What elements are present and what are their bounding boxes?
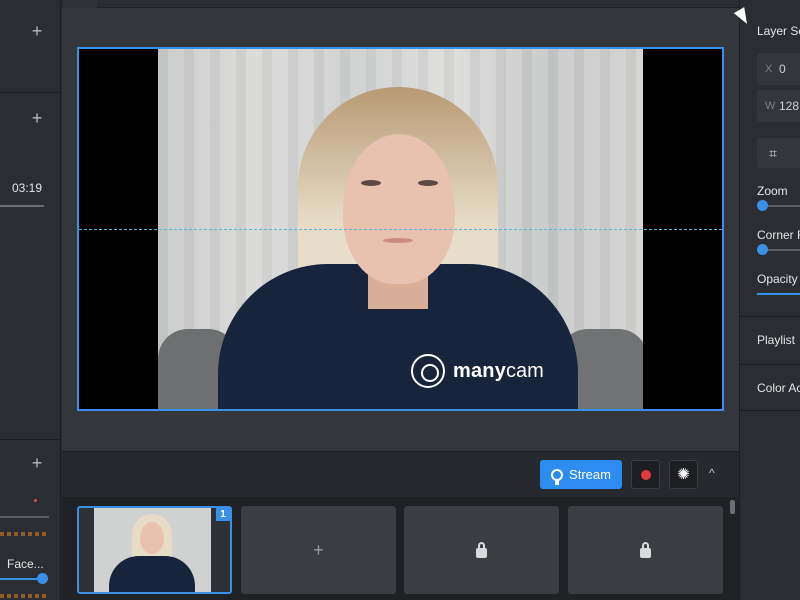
volume-slider-handle[interactable] [37,573,48,584]
audio-meter [0,594,46,598]
add-icon[interactable]: + [30,22,44,40]
stream-button[interactable]: Stream [540,460,622,489]
center-guide-line [79,229,722,230]
broadcast-icon [551,468,564,485]
corner-radius-label: Corner R [757,228,800,242]
preset-tile-add[interactable]: + [241,506,396,594]
person-eye [418,180,438,186]
zoom-label: Zoom [757,184,788,198]
thumb-face [140,522,164,554]
playlist-label[interactable]: Playlist [757,333,795,347]
preset-tile-locked[interactable] [568,506,723,594]
stream-label: Stream [569,467,611,482]
audio-meter [0,532,46,536]
brand-bold: many [453,359,507,382]
chevron-up-icon[interactable]: ^ [709,466,715,480]
media-duration: 03:19 [12,181,43,195]
zoom-slider-handle[interactable] [757,200,768,211]
snapshot-button[interactable]: ✺ [669,460,698,489]
manycam-watermark: many cam [411,354,544,388]
brand-light: cam [506,359,544,382]
crop-button[interactable]: ⌗ [757,138,800,168]
w-key: W [765,100,776,112]
manycam-logo-icon [411,354,445,388]
divider [740,316,800,317]
audio-level-line [0,516,49,518]
right-panel: Layer Se X 0 W 128 ⌗ Zoom Corner R Opaci… [739,0,800,600]
x-position-field[interactable]: X 0 [757,53,800,85]
corner-slider-handle[interactable] [757,244,768,255]
add-icon[interactable]: + [30,109,44,127]
w-value: 128 [779,99,800,113]
person-mouth [383,238,413,243]
status-dot [34,499,37,502]
opacity-slider[interactable] [757,293,800,295]
aperture-icon: ✺ [677,466,690,483]
broadcast-toolbar: Stream ✺ ^ [62,451,739,497]
add-preset-icon: + [313,539,324,560]
face-effect-label[interactable]: Face... [7,557,44,571]
presets-bar: 1 + [62,497,739,600]
preset-tile-locked[interactable] [404,506,559,594]
x-key: X [765,63,773,75]
top-strip [62,0,739,8]
layer-settings-title: Layer Se [757,24,800,38]
record-button[interactable] [631,460,660,489]
left-panel: + + 03:19 + Face... [0,0,61,600]
top-strip-tab [63,0,97,8]
color-adjust-label[interactable]: Color Ac [757,381,800,395]
preset-number-badge: 1 [216,508,230,521]
preset-tile-1[interactable]: 1 [77,506,232,594]
video-preview[interactable]: many cam [77,47,724,411]
preset-thumbnail [94,508,211,592]
media-progress-line [0,205,44,207]
crop-icon: ⌗ [769,145,777,161]
lock-icon [640,541,651,558]
opacity-label: Opacity [757,272,798,286]
divider [740,364,800,365]
person-face [343,134,455,284]
volume-slider-track[interactable] [0,578,42,580]
add-icon[interactable]: + [30,454,44,472]
left-section-1: + [0,0,61,93]
lock-icon [476,541,487,558]
person-eye [361,180,381,186]
webcam-feed: many cam [158,49,643,409]
divider [740,410,800,411]
width-field[interactable]: W 128 [757,90,800,122]
main-preview-area: many cam [62,0,739,451]
x-value: 0 [779,62,786,76]
left-section-2: + [0,93,61,440]
thumb-body [109,556,195,592]
presets-scrollbar[interactable] [730,500,735,514]
